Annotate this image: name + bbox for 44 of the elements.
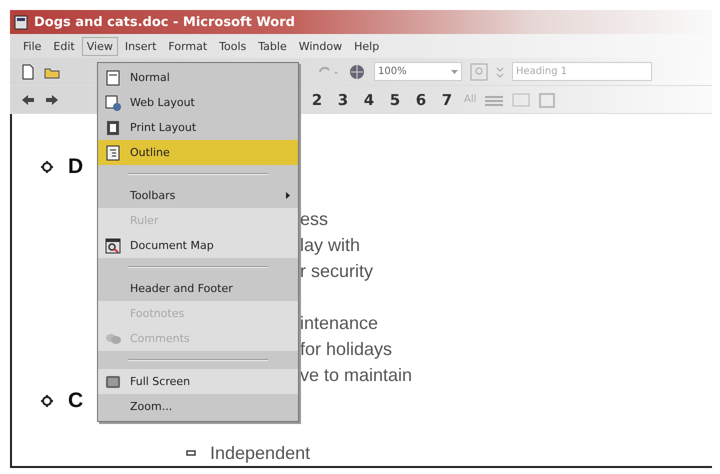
outline-heading: C [68,389,84,413]
window-title: Dogs and cats.doc - Microsoft Word [34,14,295,30]
menu-item[interactable]: Format [163,36,212,56]
page-icon [105,70,121,86]
menu-item[interactable]: View [82,36,118,56]
menu-item[interactable]: Help [349,36,384,56]
menu-option[interactable]: Document Map [98,233,298,258]
menu-item[interactable]: Table [253,36,292,56]
screen-icon [105,374,121,390]
web-page-icon [105,94,121,110]
level-button[interactable]: 7 [438,90,456,108]
menu-option[interactable]: Full Screen [98,369,298,394]
level-button[interactable]: 3 [334,90,352,108]
new-document-icon [20,64,36,80]
level-button[interactable]: 5 [386,90,404,108]
outline-bullet-icon [40,160,54,174]
outline-text: for holidays [300,338,392,360]
menu-item[interactable]: Window [294,36,348,56]
outline-text: intenance [300,312,378,334]
page-icon [105,120,121,136]
outline-text: lay with [300,234,360,256]
outline-bullet-icon [40,394,54,408]
outline-text: Independent [210,442,310,464]
level-button[interactable]: 4 [360,90,378,108]
menu-item[interactable]: Edit [48,36,80,56]
outline-text: r security [300,260,374,282]
menu-item[interactable]: Insert [120,36,162,56]
outline-heading: D [68,155,84,179]
document-map-icon [105,238,121,254]
level-button[interactable]: 6 [412,90,430,108]
outline-text: ess [300,208,328,230]
level-button[interactable]: 2 [308,90,326,108]
dropdown-arrow-icon [451,70,458,74]
menu-item[interactable]: File [18,36,46,56]
menu-item[interactable]: Tools [214,36,252,56]
help-icon [470,62,488,80]
menu-option[interactable]: Outline [98,140,298,165]
zoom-field[interactable]: 100% [374,62,462,81]
bullet-icon [186,449,196,457]
outline-icon [105,144,121,160]
outline-text: ve to maintain [300,364,412,386]
submenu-arrow-icon [286,192,290,199]
document-icon [14,14,30,30]
globe-icon [348,62,366,80]
